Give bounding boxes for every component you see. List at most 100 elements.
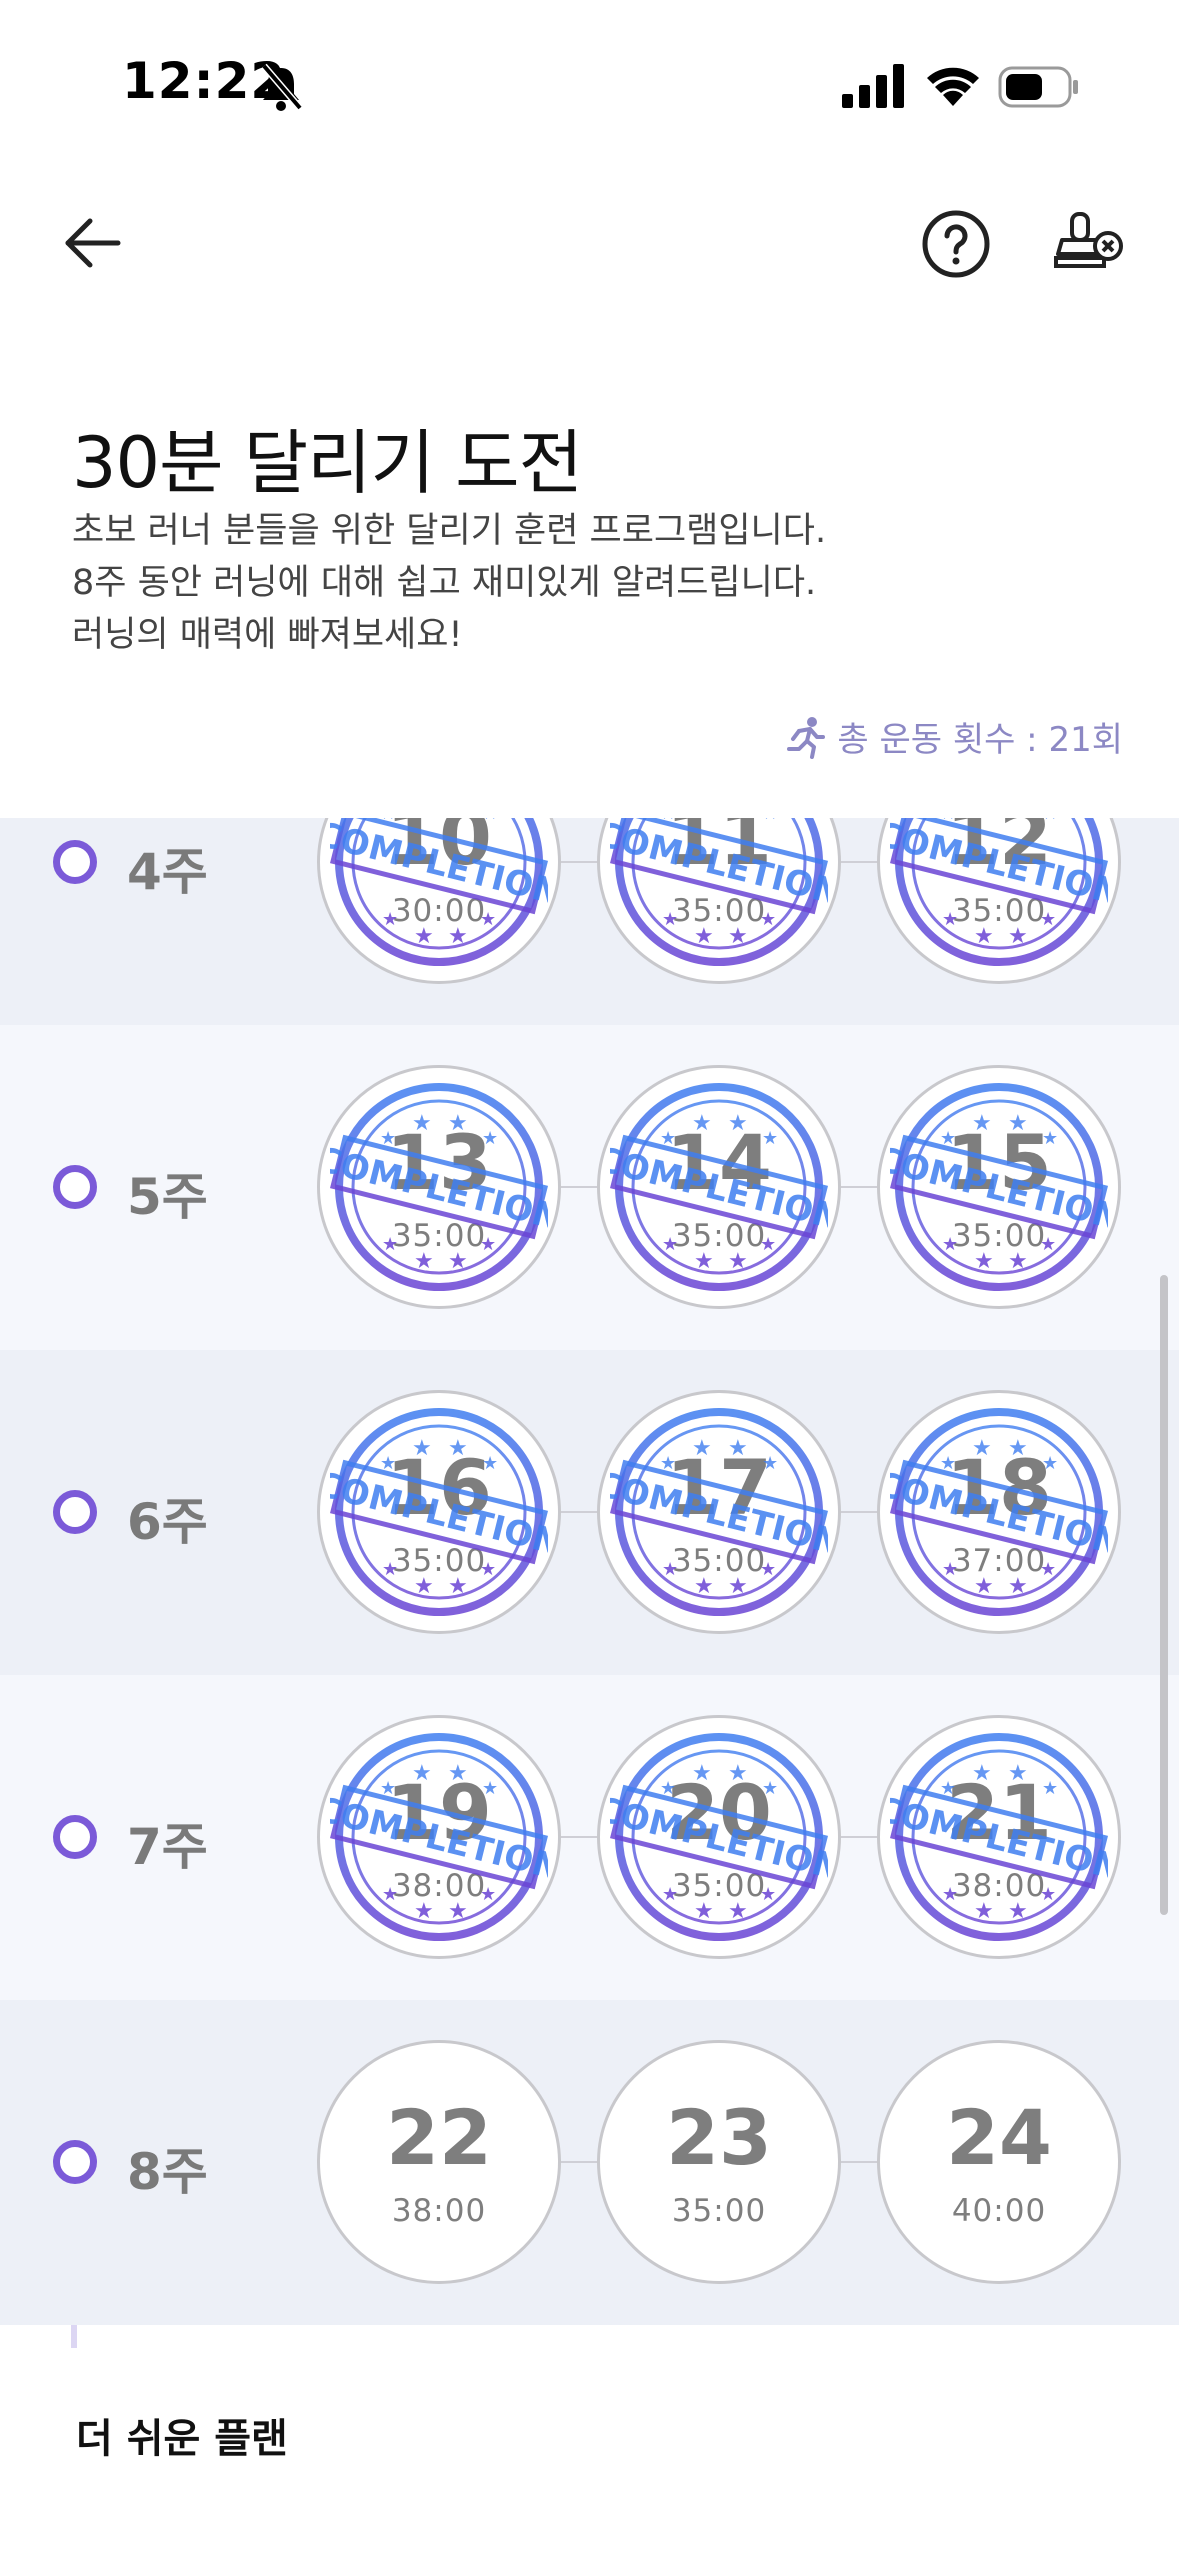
page-title: 30분 달리기 도전 [72,421,583,504]
status-bar: 12:22 [0,0,1179,170]
svg-text:★: ★ [692,1111,712,1136]
svg-text:★: ★ [760,1559,776,1580]
completion-stamp-icon: ★ ★★ ★★ ★★ ★COMPLETION [610,818,828,966]
svg-text:★: ★ [448,1574,468,1599]
svg-text:★: ★ [1040,909,1056,930]
day-button[interactable]: 12 35:00 ★ ★ ★ ★ ★ ★ ★ ★ COMPLETION [877,818,1121,984]
svg-text:★: ★ [1008,1899,1028,1924]
back-arrow-icon[interactable] [58,208,128,278]
svg-text:★: ★ [762,1778,778,1799]
svg-text:★: ★ [382,1559,398,1580]
completion-stamp-icon: ★ ★★ ★★ ★★ ★COMPLETION [890,1083,1108,1291]
svg-text:★: ★ [942,1234,958,1255]
svg-text:★: ★ [382,1884,398,1905]
day-button[interactable]: 18 37:00 ★ ★ ★ ★ ★ ★ ★ ★ COMPLETION [877,1390,1121,1634]
completion-stamp-icon: ★ ★★ ★★ ★★ ★COMPLETION [610,1733,828,1941]
svg-text:★: ★ [972,1761,992,1786]
day-button[interactable]: 13 35:00 ★ ★ ★ ★ ★ ★ ★ ★ COMPLETION [317,1065,561,1309]
completion-stamp-icon: ★ ★★ ★★ ★★ ★COMPLETION [890,1408,1108,1616]
day-duration: 38:00 [391,2193,487,2229]
svg-text:★: ★ [448,1761,468,1786]
svg-text:★: ★ [692,1761,712,1786]
svg-text:★: ★ [974,1249,994,1274]
day-button[interactable]: 24 40:00 [877,2040,1121,2284]
week-dot [53,1490,97,1534]
svg-text:★: ★ [972,1436,992,1461]
day-button[interactable]: 21 38:00 ★ ★ ★ ★ ★ ★ ★ ★ COMPLETION [877,1715,1121,1959]
svg-text:★: ★ [972,1111,992,1136]
svg-text:★: ★ [480,909,496,930]
day-button[interactable]: 23 35:00 [597,2040,841,2284]
svg-text:★: ★ [762,1128,778,1149]
scrollbar[interactable] [1160,1275,1168,1915]
svg-text:★: ★ [480,1559,496,1580]
svg-text:★: ★ [942,909,958,930]
day-button[interactable]: 19 38:00 ★ ★ ★ ★ ★ ★ ★ ★ COMPLETION [317,1715,561,1959]
week-row: 4주 10 30:00 ★ ★ ★ ★ ★ ★ ★ ★ COMPLETION 11 35:00 ★ ★ ★ ★ ★ ★… [0,818,1179,1025]
svg-text:★: ★ [728,1899,748,1924]
week-label: 7주 [127,1818,208,1876]
day-button[interactable]: 17 35:00 ★ ★ ★ ★ ★ ★ ★ ★ COMPLETION [597,1390,841,1634]
day-connector [841,1511,877,1513]
svg-text:★: ★ [414,1899,434,1924]
stamp-remove-icon[interactable] [1048,206,1126,284]
svg-text:★: ★ [414,924,434,949]
svg-text:★: ★ [974,924,994,949]
svg-text:★: ★ [382,1234,398,1255]
day-button[interactable]: 16 35:00 ★ ★ ★ ★ ★ ★ ★ ★ COMPLETION [317,1390,561,1634]
svg-text:★: ★ [760,1884,776,1905]
completion-stamp-icon: ★ ★★ ★★ ★★ ★COMPLETION [330,1083,548,1291]
week-label: 5주 [127,1168,208,1226]
svg-text:★: ★ [1008,1111,1028,1136]
svg-text:★: ★ [974,1574,994,1599]
completion-stamp-icon: ★ ★★ ★★ ★★ ★COMPLETION [330,1733,548,1941]
svg-text:★: ★ [728,1761,748,1786]
svg-text:★: ★ [412,1436,432,1461]
svg-text:★: ★ [694,1574,714,1599]
svg-text:★: ★ [1042,1778,1058,1799]
completion-stamp-icon: ★ ★★ ★★ ★★ ★COMPLETION [610,1083,828,1291]
week-label: 8주 [127,2143,208,2201]
svg-text:★: ★ [480,1884,496,1905]
day-connector [561,1836,597,1838]
day-button[interactable]: 11 35:00 ★ ★ ★ ★ ★ ★ ★ ★ COMPLETION [597,818,841,984]
week-label: 6주 [127,1493,208,1551]
cellular-signal-icon [842,64,904,108]
week-dot [53,1165,97,1209]
day-button[interactable]: 20 35:00 ★ ★ ★ ★ ★ ★ ★ ★ COMPLETION [597,1715,841,1959]
day-connector [561,861,597,863]
day-button[interactable]: 14 35:00 ★ ★ ★ ★ ★ ★ ★ ★ COMPLETION [597,1065,841,1309]
svg-text:★: ★ [728,1249,748,1274]
svg-text:★: ★ [728,1436,748,1461]
question-circle-icon[interactable] [920,208,992,280]
completion-stamp-icon: ★ ★★ ★★ ★★ ★COMPLETION [890,818,1108,966]
section-title: 더 쉬운 플랜 [76,2416,288,2462]
workout-count: 총 운동 횟수 : 21회 [783,712,1123,761]
week-dot [53,2140,97,2184]
day-button[interactable]: 22 38:00 [317,2040,561,2284]
week-dot [53,840,97,884]
completion-stamp-icon: ★ ★★ ★★ ★★ ★COMPLETION [890,1733,1108,1941]
day-button[interactable]: 10 30:00 ★ ★ ★ ★ ★ ★ ★ ★ COMPLETION [317,818,561,984]
svg-text:★: ★ [974,1899,994,1924]
svg-text:★: ★ [694,1249,714,1274]
day-connector [841,861,877,863]
runner-icon [787,716,826,759]
day-number: 23 [666,2093,772,2182]
week-row: 5주 13 35:00 ★ ★ ★ ★ ★ ★ ★ ★ COMPLETION 14 35:00 ★ ★ ★ ★ ★ ★… [0,1025,1179,1350]
day-duration: 35:00 [671,2193,767,2229]
svg-text:★: ★ [448,1111,468,1136]
svg-text:★: ★ [480,1234,496,1255]
day-duration: 40:00 [951,2193,1047,2229]
day-connector [841,1186,877,1188]
svg-text:★: ★ [662,1559,678,1580]
svg-text:★: ★ [482,1778,498,1799]
week-row: 7주 19 38:00 ★ ★ ★ ★ ★ ★ ★ ★ COMPLETION 20 35:00 ★ ★ ★ ★ ★ ★… [0,1675,1179,2000]
svg-text:★: ★ [448,1249,468,1274]
weeks-list[interactable]: 4주 10 30:00 ★ ★ ★ ★ ★ ★ ★ ★ COMPLETION 11 35:00 ★ ★ ★ ★ ★ ★… [0,818,1179,2348]
day-button[interactable]: 15 35:00 ★ ★ ★ ★ ★ ★ ★ ★ COMPLETION [877,1065,1121,1309]
svg-text:★: ★ [692,1436,712,1461]
svg-text:★: ★ [382,909,398,930]
svg-text:★: ★ [482,1453,498,1474]
completion-stamp-icon: ★ ★★ ★★ ★★ ★COMPLETION [330,818,548,966]
